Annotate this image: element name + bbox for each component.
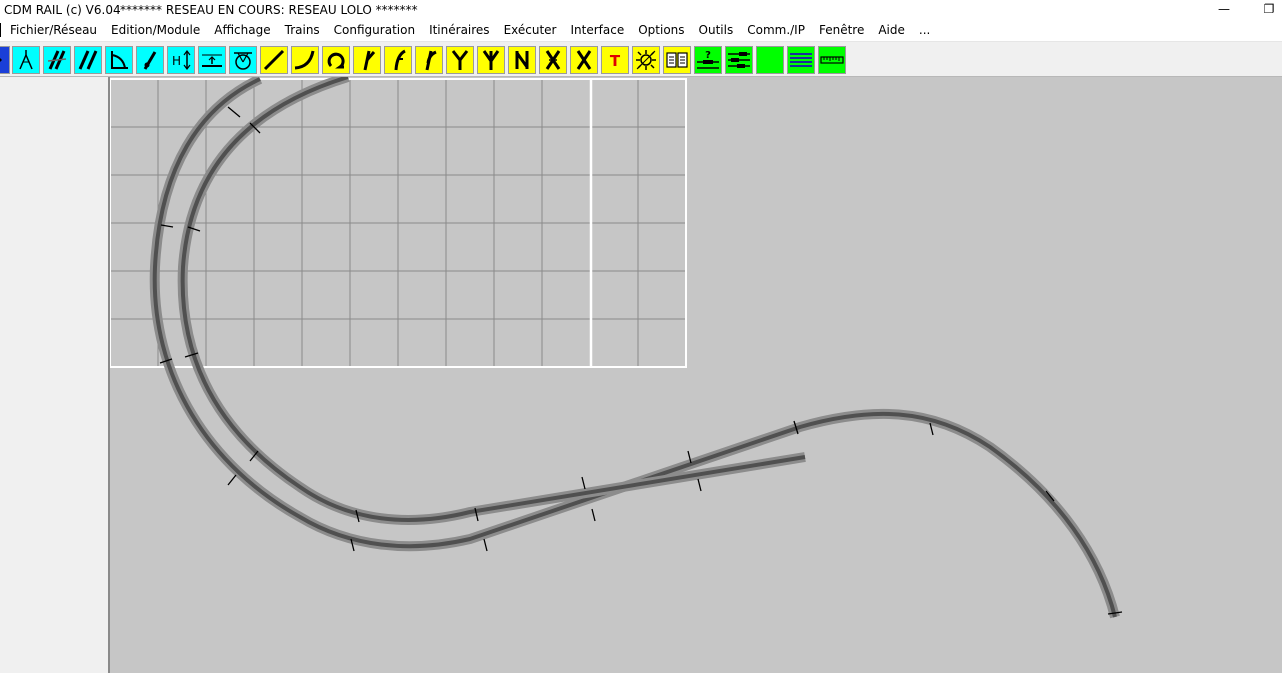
menu-affichage[interactable]: Affichage: [207, 20, 277, 41]
menu-more[interactable]: ...: [912, 20, 937, 41]
toolbar-button-y-switch[interactable]: [446, 46, 474, 74]
layers-icon: [790, 53, 812, 67]
menu-aide[interactable]: Aide: [871, 20, 912, 41]
toolbar-button-three-way-switch[interactable]: [477, 46, 505, 74]
menu-trains[interactable]: Trains: [278, 20, 327, 41]
track-layout[interactable]: [110, 77, 1282, 673]
block-list-icon: [728, 52, 750, 68]
track-joints: [159, 106, 1123, 615]
toolbar-button-ruler[interactable]: [818, 46, 846, 74]
toolbar-button-scroll[interactable]: [0, 46, 10, 74]
layout-canvas[interactable]: [110, 77, 1282, 673]
double-slip-icon: [515, 51, 529, 69]
menu-edition-module[interactable]: Edition/Module: [104, 20, 207, 41]
toolbar-button-double-track[interactable]: [74, 46, 102, 74]
scroll-arrow-icon: [0, 58, 2, 62]
menu-executer[interactable]: Exécuter: [497, 20, 564, 41]
turntable-icon: [234, 52, 252, 70]
crossing-slip-icon: [545, 50, 561, 70]
menu-configuration[interactable]: Configuration: [327, 20, 422, 41]
crossing-icon: [576, 50, 592, 70]
toolbar-button-curved-switch[interactable]: [415, 46, 443, 74]
switch-left-icon: [394, 49, 406, 71]
app-title: CDM RAIL (c) V6.04: [4, 3, 121, 17]
menu-fichier-reseau[interactable]: Fichier/Réseau: [3, 20, 104, 41]
switch-right-icon: [363, 50, 376, 71]
menu-comm-ip[interactable]: Comm./IP: [740, 20, 812, 41]
book-icon: [666, 52, 688, 68]
grid-lines: [110, 79, 686, 367]
toolbar-button-crossing[interactable]: [570, 46, 598, 74]
toolbar-button-level[interactable]: [198, 46, 226, 74]
toolbar-button-compass[interactable]: [12, 46, 40, 74]
text-tool-label: T: [610, 52, 621, 70]
toolbar-button-switch-right[interactable]: [353, 46, 381, 74]
toolbar-button-book[interactable]: [663, 46, 691, 74]
module-grid: [110, 78, 687, 368]
toolbar-button-layers[interactable]: [787, 46, 815, 74]
toolbar-button-crossing-slip[interactable]: [539, 46, 567, 74]
toolbar-button-slanted-double[interactable]: [43, 46, 71, 74]
three-way-switch-icon: [482, 50, 500, 70]
height-icon: H: [172, 50, 191, 70]
toolbar-button-height[interactable]: H: [167, 46, 195, 74]
toolbar-button-switch-left[interactable]: [384, 46, 412, 74]
toolbar-button-green-block[interactable]: [756, 46, 784, 74]
compass-icon: [19, 50, 33, 70]
toolbar-button-curve-track[interactable]: [291, 46, 319, 74]
menu-fenetre[interactable]: Fenêtre: [812, 20, 871, 41]
toolbar-button-double-slip[interactable]: [508, 46, 536, 74]
curve-track-icon: [294, 50, 315, 70]
toolbar-button-turntable[interactable]: [229, 46, 257, 74]
menu-itineraires[interactable]: Itinéraires: [422, 20, 497, 41]
loop-track-icon: [327, 52, 345, 69]
menu-interface[interactable]: Interface: [563, 20, 631, 41]
toolbar-button-text[interactable]: T: [601, 46, 629, 74]
document-title: ******* RESEAU EN COURS: RESEAU LOLO ***…: [120, 3, 418, 17]
help-route-icon: ?: [697, 50, 719, 69]
left-panel: [0, 77, 110, 673]
toolbar-button-help-route[interactable]: ?: [694, 46, 722, 74]
double-track-icon: [78, 50, 98, 70]
ruler-icon: [820, 56, 844, 64]
track-outer-loop[interactable]: [149, 77, 1120, 619]
green-block-icon: [757, 47, 783, 73]
angle-icon: [111, 51, 128, 69]
restore-button[interactable]: ❐: [1258, 0, 1280, 18]
signal-light-icon: [636, 50, 656, 70]
title-bar: CDM RAIL (c) V6.04 ******* RESEAU EN COU…: [0, 0, 1282, 20]
height-label: H: [172, 54, 181, 68]
toolbar-button-bent-segment[interactable]: [136, 46, 164, 74]
bent-segment-icon: [143, 51, 157, 70]
y-switch-icon: [451, 50, 469, 70]
menu-bar: Fichier/Réseau Edition/Module Affichage …: [0, 20, 1282, 42]
minimize-button[interactable]: —: [1213, 0, 1235, 18]
menu-outils[interactable]: Outils: [692, 20, 741, 41]
straight-track-icon: [263, 49, 285, 71]
toolbar-button-loop-track[interactable]: [322, 46, 350, 74]
text-icon: T: [610, 52, 621, 70]
curved-switch-icon: [425, 50, 437, 71]
svg-text:?: ?: [705, 50, 711, 61]
toolbar-button-angle[interactable]: [105, 46, 133, 74]
menu-edge: [0, 23, 1, 37]
slanted-double-track-icon: [47, 50, 67, 70]
level-icon: [202, 54, 222, 67]
toolbar-button-signal-light[interactable]: [632, 46, 660, 74]
toolbar: H T ?: [0, 44, 1282, 77]
toolbar-button-straight-track[interactable]: [260, 46, 288, 74]
toolbar-button-block-list[interactable]: [725, 46, 753, 74]
menu-options[interactable]: Options: [631, 20, 691, 41]
